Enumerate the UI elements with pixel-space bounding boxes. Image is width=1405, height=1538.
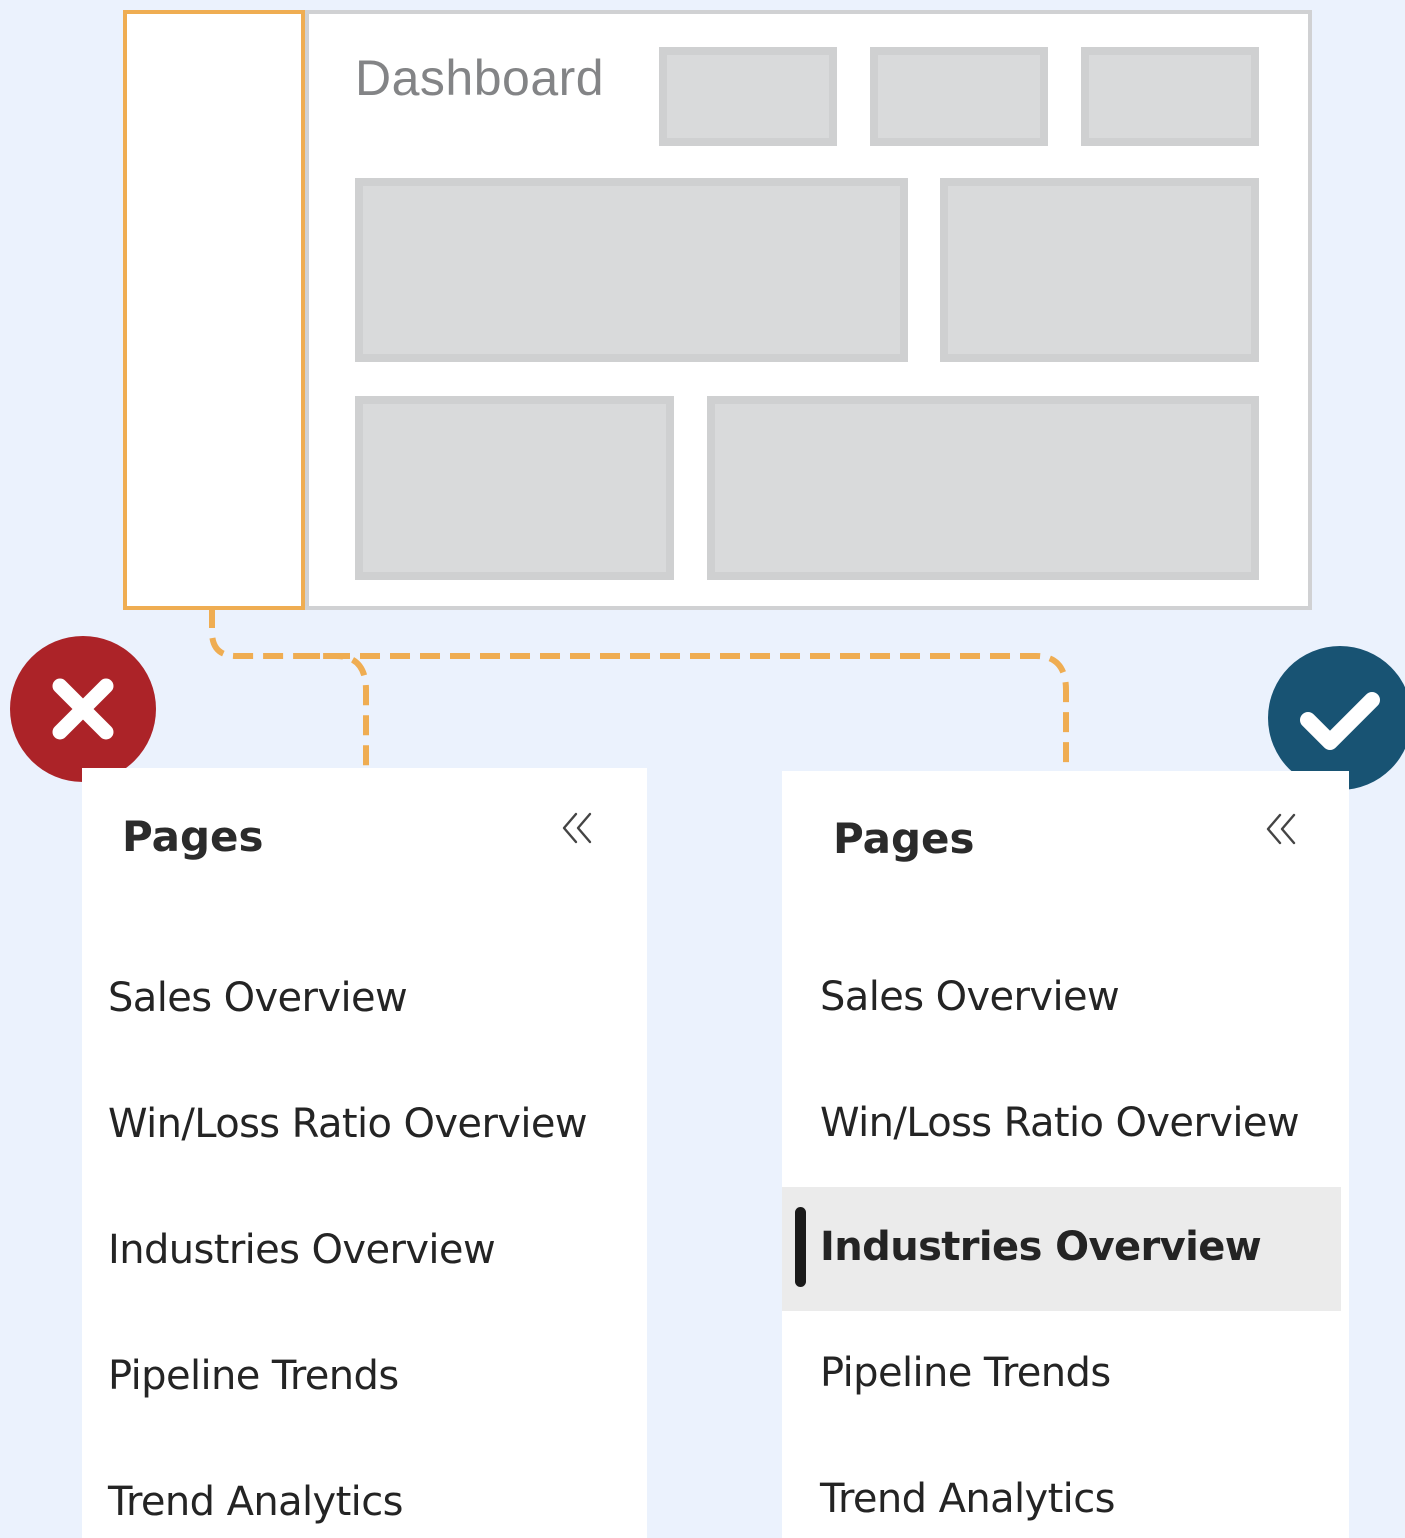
page-item-label: Sales Overview <box>820 974 1120 1020</box>
page-item-trend-analytics[interactable]: Trend Analytics <box>82 1440 647 1538</box>
check-mark-icon <box>1268 646 1405 790</box>
wireframe-kpi-tile <box>659 47 837 146</box>
page-item-label: Industries Overview <box>108 1227 496 1273</box>
page-item-label: Trend Analytics <box>108 1479 403 1525</box>
page-item-win-loss-ratio-overview[interactable]: Win/Loss Ratio Overview <box>82 1062 647 1186</box>
dashboard-title: Dashboard <box>355 50 605 106</box>
selected-indicator <box>795 1207 806 1287</box>
page-item-label: Pipeline Trends <box>820 1350 1111 1396</box>
panel-title: Pages <box>122 812 264 861</box>
page-item-trend-analytics[interactable]: Trend Analytics <box>782 1437 1349 1538</box>
wireframe-chart-tile <box>707 396 1259 580</box>
x-mark-icon <box>10 636 156 782</box>
page-item-label: Trend Analytics <box>820 1476 1115 1522</box>
wireframe-kpi-tile <box>1081 47 1259 146</box>
page-item-sales-overview[interactable]: Sales Overview <box>82 936 647 1060</box>
wireframe-chart-tile <box>355 396 674 580</box>
page-item-label: Pipeline Trends <box>108 1353 399 1399</box>
pages-panel-incorrect: Pages Sales Overview Win/Loss Ratio Over… <box>82 768 647 1538</box>
double-chevron-left-icon[interactable] <box>560 810 596 846</box>
page-item-pipeline-trends[interactable]: Pipeline Trends <box>82 1314 647 1438</box>
page-item-label: Win/Loss Ratio Overview <box>108 1101 588 1147</box>
wireframe-kpi-tile <box>870 47 1048 146</box>
panel-title: Pages <box>833 814 975 863</box>
double-chevron-left-icon[interactable] <box>1264 811 1300 847</box>
page-item-industries-overview[interactable]: Industries Overview <box>782 1187 1341 1311</box>
page-item-win-loss-ratio-overview[interactable]: Win/Loss Ratio Overview <box>782 1061 1349 1185</box>
page-item-industries-overview[interactable]: Industries Overview <box>82 1188 647 1312</box>
page-item-pipeline-trends[interactable]: Pipeline Trends <box>782 1311 1349 1435</box>
page-item-label: Sales Overview <box>108 975 408 1021</box>
wireframe-chart-tile <box>355 178 908 362</box>
wireframe-sidebar-highlight <box>123 10 305 610</box>
wireframe-chart-tile <box>940 178 1259 362</box>
page-item-label: Win/Loss Ratio Overview <box>820 1100 1300 1146</box>
page-item-sales-overview[interactable]: Sales Overview <box>782 935 1349 1059</box>
pages-panel-correct: Pages Sales Overview Win/Loss Ratio Over… <box>782 771 1349 1538</box>
page-item-label: Industries Overview <box>820 1224 1262 1270</box>
